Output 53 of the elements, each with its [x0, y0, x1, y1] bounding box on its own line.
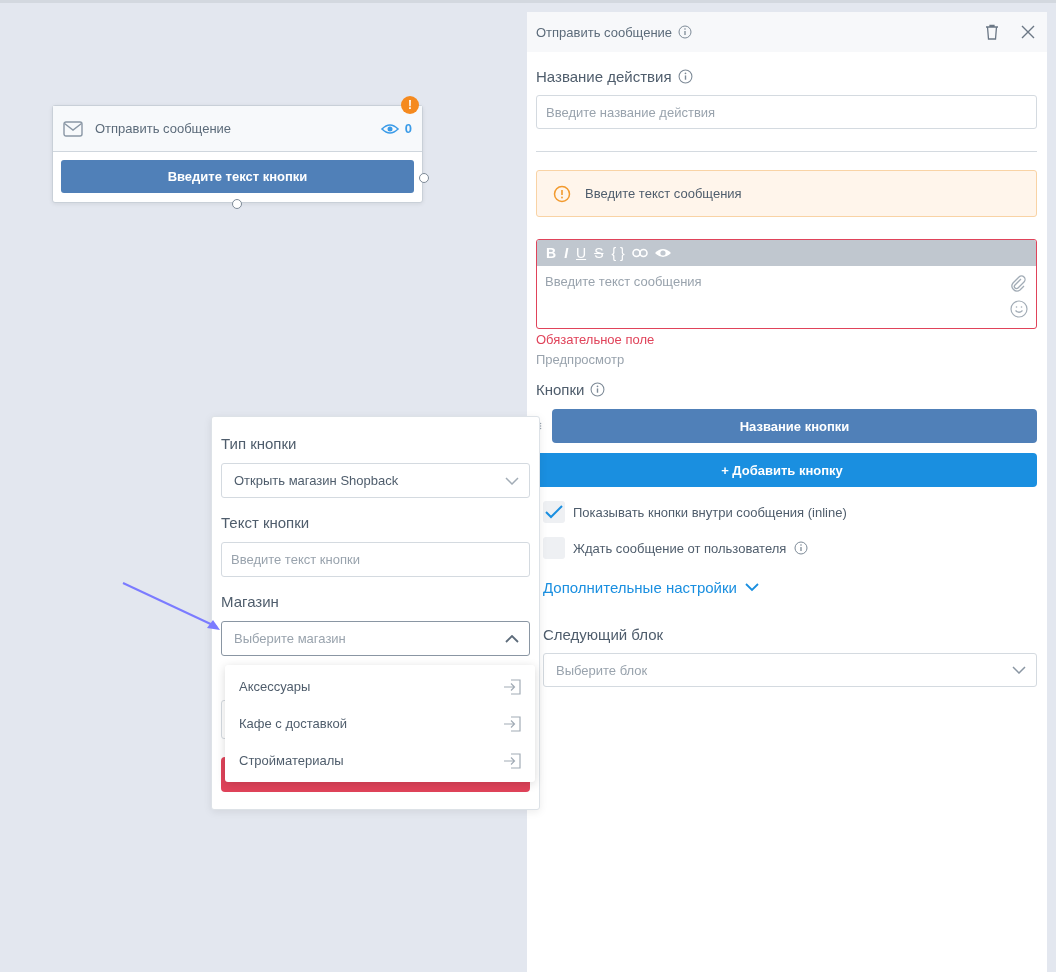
warning-badge: ! [401, 96, 419, 114]
dropdown-option[interactable]: Кафе с доставкой [225, 705, 535, 742]
next-block-select[interactable]: Выберите блок [543, 653, 1037, 687]
message-editor[interactable]: B I U S { } Введите текст сообщения [536, 239, 1037, 329]
checkbox-label: Ждать сообщение от пользователя [573, 540, 787, 556]
info-icon[interactable] [794, 541, 809, 555]
enter-icon [503, 752, 521, 769]
action-name-field[interactable]: Введите название действия [536, 95, 1037, 129]
view-count: 0 [404, 121, 412, 136]
info-icon[interactable] [677, 69, 693, 84]
field-label: Текст кнопки [221, 514, 311, 531]
info-icon[interactable] [590, 382, 606, 397]
enter-icon [503, 678, 521, 695]
trash-icon[interactable] [985, 24, 999, 40]
dropdown-option[interactable]: Аксессуары [225, 668, 535, 705]
field-label: Тип кнопки [221, 435, 298, 452]
checkbox[interactable] [543, 501, 565, 523]
select-placeholder: Выберите магазин [234, 631, 347, 646]
paperclip-icon[interactable] [1010, 274, 1026, 292]
enter-icon [503, 715, 521, 732]
chevron-icon[interactable] [744, 583, 759, 592]
checkbox-label: Показывать кнопки внутри сообщения (inline) [573, 504, 847, 520]
alert-text: Введите текст сообщения [585, 186, 742, 201]
message-button[interactable]: Название кнопки [552, 409, 1037, 443]
info-icon[interactable] [678, 25, 693, 39]
panel-title: Отправить сообщение [536, 24, 673, 40]
field-label: Название действия [536, 68, 672, 85]
select-placeholder: Выберите блок [556, 662, 649, 678]
output-port[interactable] [419, 173, 429, 183]
node-title: Отправить сообщение [95, 121, 233, 136]
node-button[interactable]: Введите текст кнопки [61, 160, 414, 193]
warning-icon [553, 184, 571, 203]
chevron-icon [505, 476, 519, 485]
editor-placeholder: Введите текст сообщения [545, 274, 703, 291]
envelope-icon [63, 120, 83, 137]
dropdown-option[interactable]: Стройматериалы [225, 742, 535, 779]
emoji-icon[interactable] [1010, 300, 1028, 318]
button-type-select[interactable]: Открыть магазин Shopback [221, 463, 530, 498]
section-label: Кнопки [536, 381, 585, 398]
output-port[interactable] [232, 199, 242, 209]
link-icon[interactable] [631, 248, 648, 258]
button-text-field[interactable]: Введите текст кнопки [221, 542, 530, 577]
eye-icon[interactable] [653, 247, 672, 259]
shop-select[interactable]: Выберите магазин [221, 621, 530, 656]
preview-label[interactable]: Предпросмотр [536, 352, 1037, 367]
chevron-icon [1012, 666, 1026, 674]
select-value: Открыть магазин Shopback [234, 473, 400, 488]
close-icon[interactable] [1021, 25, 1035, 39]
eye-icon [380, 122, 399, 135]
error-message: Обязательное поле [536, 332, 656, 347]
field-label: Следующий блок [543, 626, 665, 643]
field-label: Магазин [221, 593, 280, 610]
advanced-settings-link[interactable]: Дополнительные настройки [543, 579, 737, 596]
